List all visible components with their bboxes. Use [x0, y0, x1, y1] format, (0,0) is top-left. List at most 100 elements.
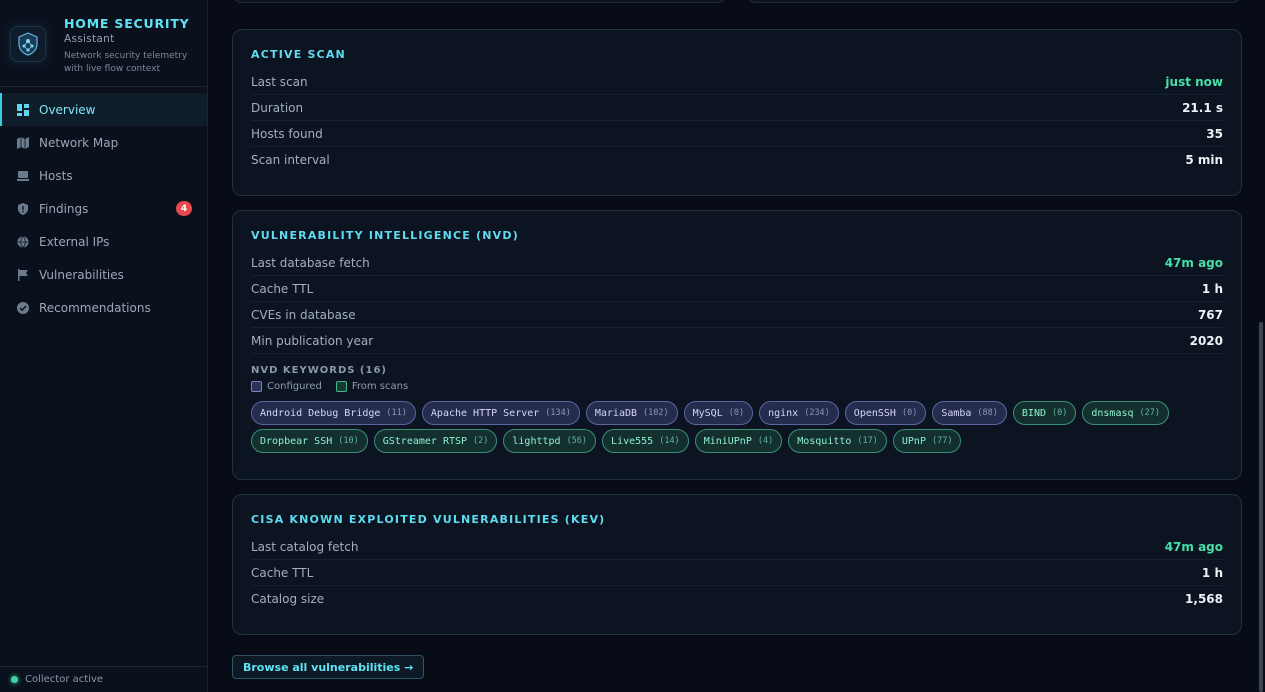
- keyword-chip[interactable]: Samba (88): [932, 401, 1007, 425]
- legend-from-scans: From scans: [335, 381, 409, 392]
- stat-row: CVEs in database 767: [251, 302, 1223, 328]
- keyword-chip-count: (17): [857, 436, 878, 446]
- kev-card: CISA KNOWN EXPLOITED VULNERABILITIES (KE…: [232, 494, 1242, 635]
- kev-title: CISA KNOWN EXPLOITED VULNERABILITIES (KE…: [251, 513, 606, 526]
- keyword-chip-count: (88): [977, 408, 998, 418]
- globe-icon: [16, 235, 29, 248]
- keyword-chip[interactable]: nginx (234): [759, 401, 839, 425]
- keyword-chip-name: Mosquitto: [797, 435, 852, 447]
- keyword-chip[interactable]: Mosquitto (17): [788, 429, 887, 453]
- shield-icon: [16, 202, 29, 215]
- keyword-chip[interactable]: MySQL (0): [683, 401, 754, 425]
- keyword-chip-name: dnsmasq: [1091, 407, 1134, 419]
- keyword-chip[interactable]: Android Debug Bridge (11): [251, 401, 416, 425]
- main-content: ACTIVE SCAN Last scan just now Duration …: [208, 0, 1265, 692]
- stat-row: Scan interval 5 min: [251, 147, 1223, 173]
- stat-value: 1 h: [1201, 565, 1223, 580]
- keyword-chip[interactable]: Dropbear SSH (10): [251, 429, 368, 453]
- keyword-chip[interactable]: dnsmasq (27): [1082, 401, 1169, 425]
- browse-vulnerabilities-button[interactable]: Browse all vulnerabilities →: [232, 655, 425, 679]
- nvd-card: VULNERABILITY INTELLIGENCE (NVD) Last da…: [232, 210, 1242, 480]
- stat-label: Catalog size: [251, 592, 325, 606]
- stat-label: CVEs in database: [251, 307, 356, 322]
- app-subtitle: Assistant: [64, 33, 115, 45]
- keyword-chip-count: (102): [643, 408, 669, 418]
- app-title: HOME SECURITY: [64, 16, 190, 31]
- stat-value: just now: [1165, 74, 1223, 89]
- sidebar-item-hosts[interactable]: Hosts: [0, 159, 207, 192]
- keyword-chip[interactable]: BIND (0): [1012, 401, 1077, 425]
- dashboard-icon: [16, 103, 29, 116]
- keyword-chip-count: (27): [1139, 408, 1160, 418]
- active-scan-title: ACTIVE SCAN: [251, 48, 346, 61]
- keyword-legend: Configured From scans: [251, 381, 1223, 392]
- status-dot-icon: [11, 676, 18, 683]
- findings-count-badge: 4: [176, 201, 192, 216]
- keyword-chip-name: nginx: [768, 407, 799, 419]
- collector-status-text: Collector active: [25, 674, 104, 685]
- keyword-chip-count: (77): [931, 436, 953, 446]
- sidebar-item-label: Network Map: [39, 135, 119, 150]
- stat-label: Last catalog fetch: [251, 539, 359, 554]
- stat-row: Cache TTL 1 h: [251, 560, 1223, 586]
- keyword-chip-name: Dropbear SSH: [260, 435, 333, 447]
- keyword-chip-count: (4): [757, 436, 774, 446]
- flag-icon: [16, 268, 29, 281]
- check-circle-icon: [16, 301, 29, 314]
- shield-logo-icon: [10, 26, 46, 62]
- keyword-chip[interactable]: MariaDB (102): [585, 401, 678, 425]
- collector-status: Collector active: [0, 666, 207, 692]
- keyword-chip-name: OpenSSH: [853, 407, 896, 419]
- keyword-chip[interactable]: lighttpd (56): [503, 429, 597, 453]
- stat-label: Last scan: [251, 74, 308, 89]
- stat-value: 2020: [1189, 333, 1223, 348]
- stat-label: Last database fetch: [251, 255, 370, 270]
- keyword-chip-name: Android Debug Bridge: [260, 407, 381, 419]
- stat-label: Duration: [251, 100, 304, 115]
- sidebar-item-external-ips[interactable]: External IPs: [0, 225, 207, 258]
- map-icon: [16, 136, 29, 149]
- brand: HOME SECURITY Assistant Network security…: [0, 0, 207, 87]
- stat-value: 35: [1206, 126, 1223, 141]
- sidebar: HOME SECURITY Assistant Network security…: [0, 0, 208, 692]
- sidebar-item-label: Overview: [39, 102, 96, 117]
- keyword-chip[interactable]: MiniUPnP (4): [694, 429, 783, 453]
- keyword-chip-name: Apache HTTP Server: [430, 407, 540, 419]
- keyword-chip-name: GStreamer RTSP: [382, 435, 468, 447]
- stat-row: Cache TTL 1 h: [251, 276, 1223, 302]
- keyword-chip-count: (14): [659, 436, 680, 446]
- stat-value: 47m ago: [1164, 539, 1223, 554]
- stat-label: Scan interval: [251, 153, 330, 167]
- from-scans-swatch: [335, 381, 347, 392]
- stat-value: 767: [1197, 307, 1223, 322]
- sidebar-item-vulnerabilities[interactable]: Vulnerabilities: [0, 258, 207, 291]
- keyword-chip[interactable]: UPnP (77): [892, 429, 962, 453]
- keyword-chip[interactable]: OpenSSH (0): [844, 401, 927, 425]
- stat-row: Last catalog fetch 47m ago: [251, 534, 1223, 560]
- stat-label: Cache TTL: [251, 565, 314, 580]
- sidebar-item-network-map[interactable]: Network Map: [0, 126, 207, 159]
- keyword-chip-count: (2): [473, 436, 489, 446]
- keyword-chip[interactable]: Apache HTTP Server (134): [421, 401, 580, 425]
- sidebar-item-recommendations[interactable]: Recommendations: [0, 291, 207, 324]
- keyword-chip-name: UPnP: [901, 435, 926, 447]
- keyword-chip[interactable]: GStreamer RTSP (2): [373, 429, 498, 453]
- keyword-chip-count: (0): [901, 408, 918, 418]
- sidebar-item-label: External IPs: [39, 234, 110, 249]
- legend-configured-label: Configured: [267, 381, 322, 392]
- sidebar-item-overview[interactable]: Overview: [0, 93, 207, 126]
- scrollbar[interactable]: [1259, 322, 1263, 692]
- keyword-chip-list: Android Debug Bridge (11) Apache HTTP Serv…: [251, 401, 1181, 457]
- legend-configured: Configured: [251, 381, 322, 392]
- sidebar-item-label: Vulnerabilities: [39, 267, 124, 282]
- sidebar-item-findings[interactable]: Findings 4: [0, 192, 207, 225]
- legend-from-scans-label: From scans: [351, 381, 409, 392]
- stat-label: Cache TTL: [251, 281, 314, 296]
- keyword-chip-name: MySQL: [692, 407, 723, 419]
- keyword-chip-count: (0): [1052, 408, 1068, 418]
- server-icon: [16, 169, 29, 182]
- stat-label: Min publication year: [251, 333, 374, 348]
- sidebar-item-label: Recommendations: [39, 300, 151, 315]
- keyword-chip[interactable]: Live555 (14): [602, 429, 689, 453]
- nvd-keywords-title: NVD KEYWORDS (16): [251, 365, 387, 376]
